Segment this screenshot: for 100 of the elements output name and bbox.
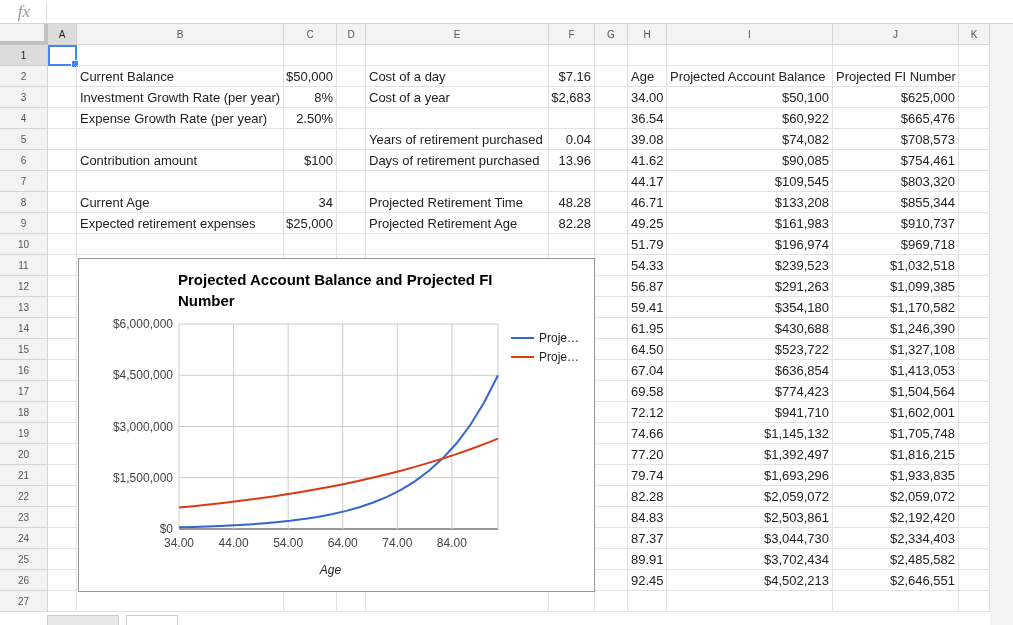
column-header[interactable]: K [959, 24, 990, 45]
table-cell: $665,476 [833, 108, 959, 129]
row-header[interactable]: 14 [0, 318, 48, 339]
column-header[interactable]: D [337, 24, 366, 45]
empty-cell [959, 423, 990, 444]
table-cell: 46.71 [628, 192, 667, 213]
empty-cell [959, 234, 990, 255]
row-header[interactable]: 13 [0, 297, 48, 318]
sheet-tab[interactable] [47, 615, 119, 625]
empty-cell [337, 45, 366, 66]
row-header[interactable]: 2 [0, 66, 48, 87]
row-header[interactable]: 22 [0, 486, 48, 507]
empty-cell [595, 129, 628, 150]
table-cell: $969,718 [833, 234, 959, 255]
table-cell: $1,705,748 [833, 423, 959, 444]
row-header[interactable]: 27 [0, 591, 48, 612]
table-cell: 87.37 [628, 528, 667, 549]
table-cell: 77.20 [628, 444, 667, 465]
column-header[interactable]: B [77, 24, 284, 45]
row-header[interactable]: 19 [0, 423, 48, 444]
table-cell: $25,000 [284, 213, 337, 234]
table-cell: $774,423 [667, 381, 833, 402]
empty-cell [595, 591, 628, 612]
row-header[interactable]: 5 [0, 129, 48, 150]
row-header[interactable]: 16 [0, 360, 48, 381]
empty-cell [959, 318, 990, 339]
empty-cell [284, 234, 337, 255]
empty-cell [284, 171, 337, 192]
table-cell: $1,170,582 [833, 297, 959, 318]
column-header[interactable]: C [284, 24, 337, 45]
table-cell: 67.04 [628, 360, 667, 381]
row-header[interactable]: 10 [0, 234, 48, 255]
table-cell: Investment Growth Rate (per year) [77, 87, 284, 108]
table-cell: $1,145,132 [667, 423, 833, 444]
empty-cell [959, 507, 990, 528]
table-cell: $941,710 [667, 402, 833, 423]
table-cell: $50,100 [667, 87, 833, 108]
selected-cell[interactable] [48, 45, 77, 66]
select-all-corner[interactable] [0, 24, 48, 45]
row-header[interactable]: 17 [0, 381, 48, 402]
row-header[interactable]: 25 [0, 549, 48, 570]
column-header[interactable]: G [595, 24, 628, 45]
empty-cell [959, 66, 990, 87]
table-cell: $2,683 [549, 87, 595, 108]
empty-cell [959, 297, 990, 318]
empty-cell [284, 45, 337, 66]
row-header[interactable]: 21 [0, 465, 48, 486]
empty-cell [959, 402, 990, 423]
empty-cell [337, 192, 366, 213]
row-header[interactable]: 24 [0, 528, 48, 549]
row-header[interactable]: 3 [0, 87, 48, 108]
column-header[interactable]: E [366, 24, 549, 45]
table-cell: $1,504,564 [833, 381, 959, 402]
row-header[interactable]: 15 [0, 339, 48, 360]
table-cell: Projected FI Number [833, 66, 959, 87]
empty-cell [337, 213, 366, 234]
row-header[interactable]: 26 [0, 570, 48, 591]
row-header[interactable]: 20 [0, 444, 48, 465]
column-header[interactable]: A [48, 24, 77, 45]
table-cell: $803,320 [833, 171, 959, 192]
row-header[interactable]: 12 [0, 276, 48, 297]
column-header[interactable]: J [833, 24, 959, 45]
column-header[interactable]: F [549, 24, 595, 45]
table-cell: 51.79 [628, 234, 667, 255]
table-cell: $50,000 [284, 66, 337, 87]
table-cell: 72.12 [628, 402, 667, 423]
table-cell: $4,502,213 [667, 570, 833, 591]
empty-cell [959, 570, 990, 591]
row-header[interactable]: 23 [0, 507, 48, 528]
row-header[interactable]: 7 [0, 171, 48, 192]
row-header[interactable]: 6 [0, 150, 48, 171]
table-cell: $100 [284, 150, 337, 171]
table-cell: 13.96 [549, 150, 595, 171]
table-cell: 92.45 [628, 570, 667, 591]
table-cell: $625,000 [833, 87, 959, 108]
column-header[interactable]: I [667, 24, 833, 45]
empty-cell [959, 486, 990, 507]
row-header[interactable]: 8 [0, 192, 48, 213]
table-cell: $636,854 [667, 360, 833, 381]
table-cell: $2,503,861 [667, 507, 833, 528]
row-header[interactable]: 1 [0, 45, 48, 66]
row-header[interactable]: 4 [0, 108, 48, 129]
row-header[interactable]: 11 [0, 255, 48, 276]
empty-cell [959, 108, 990, 129]
table-cell: 34 [284, 192, 337, 213]
row-header[interactable]: 18 [0, 402, 48, 423]
table-cell: $1,032,518 [833, 255, 959, 276]
empty-cell [595, 213, 628, 234]
sheet-tab[interactable] [126, 615, 178, 625]
table-cell: $109,545 [667, 171, 833, 192]
axis-title: Age [319, 563, 342, 577]
empty-cell [959, 45, 990, 66]
table-cell: $1,933,835 [833, 465, 959, 486]
table-cell: $1,816,215 [833, 444, 959, 465]
table-cell: $2,485,582 [833, 549, 959, 570]
empty-cell [959, 528, 990, 549]
column-header[interactable]: H [628, 24, 667, 45]
y-tick-label: $3,000,000 [112, 419, 173, 434]
empty-cell [595, 108, 628, 129]
row-header[interactable]: 9 [0, 213, 48, 234]
